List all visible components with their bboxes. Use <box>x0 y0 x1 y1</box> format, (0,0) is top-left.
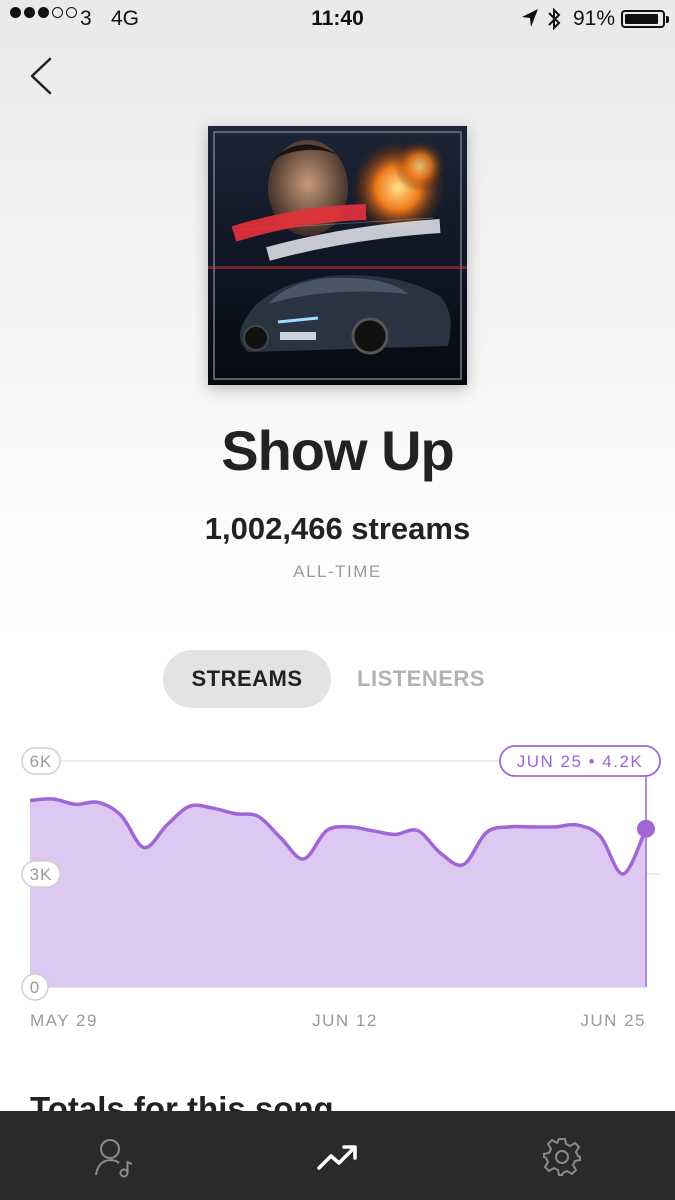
status-bar: 3 4G 11:40 91% <box>0 0 675 38</box>
gear-icon[interactable] <box>540 1135 584 1179</box>
chart-selected-point[interactable] <box>637 819 655 838</box>
streams-count: 1,002,466 streams <box>204 511 471 546</box>
y-tick-label: 6K <box>30 752 53 771</box>
chart-tooltip-label: JUN 25 • 4.2K <box>517 752 644 771</box>
battery-icon <box>621 10 669 28</box>
x-tick-label: JUN 12 <box>312 1011 378 1030</box>
x-tick-label: MAY 29 <box>30 1011 98 1030</box>
back-button[interactable] <box>24 54 64 98</box>
x-tick-label: JUN 25 <box>580 1011 646 1030</box>
album-cover-image <box>208 126 467 385</box>
battery-percentage: 91% <box>573 7 616 30</box>
metric-tabs: STREAMS LISTENERS <box>0 650 675 708</box>
streams-chart[interactable]: 0 3K 6K JUN 25 • 4.2K MAY 29 JUN 12 JUN 25 <box>0 740 675 1040</box>
y-tick-label: 3K <box>30 865 53 884</box>
song-title: Show Up <box>221 419 455 482</box>
tab-streams[interactable]: STREAMS <box>163 650 331 708</box>
profile-music-icon[interactable] <box>92 1135 136 1179</box>
period-label: ALL-TIME <box>293 562 382 581</box>
song-stats-screen: 3 4G 11:40 91% Show Up 1,002,466 streams… <box>0 0 675 1200</box>
bottom-tab-bar <box>0 1111 675 1200</box>
bluetooth-icon <box>548 7 561 31</box>
y-tick-label: 0 <box>30 978 40 997</box>
tab-listeners[interactable]: LISTENERS <box>340 650 502 708</box>
location-arrow-icon <box>522 9 538 27</box>
trending-icon[interactable] <box>316 1135 360 1179</box>
